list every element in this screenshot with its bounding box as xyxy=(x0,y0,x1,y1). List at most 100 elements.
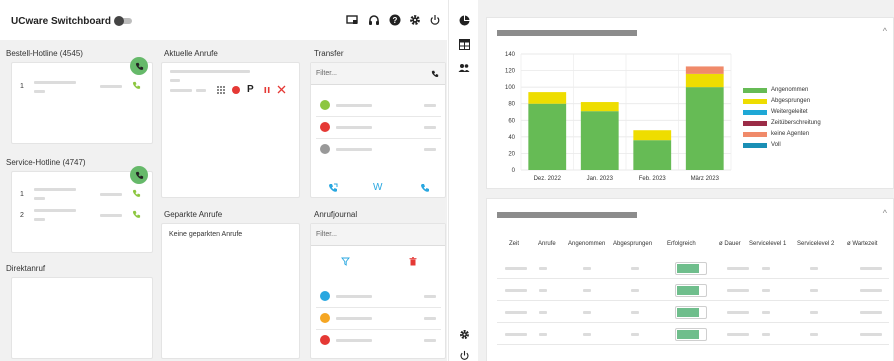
filter-icon[interactable] xyxy=(341,257,350,268)
pie-chart-icon[interactable] xyxy=(458,14,470,26)
cell-placeholder xyxy=(810,333,818,336)
dialpad-icon[interactable] xyxy=(216,85,226,97)
journal-filter-field[interactable]: Filter... xyxy=(311,224,445,246)
bar-angenommen[interactable] xyxy=(633,140,672,170)
rail-settings-icon[interactable] xyxy=(458,328,470,340)
table-row[interactable] xyxy=(497,323,889,345)
rail-power-icon[interactable] xyxy=(458,349,470,361)
forward-w-button[interactable]: W xyxy=(373,182,382,193)
pickup-icon[interactable] xyxy=(132,210,141,221)
delete-icon[interactable] xyxy=(409,257,417,268)
monitor-icon[interactable] xyxy=(345,13,359,27)
attended-transfer-icon[interactable] xyxy=(328,183,338,195)
cell-placeholder xyxy=(505,289,527,292)
contact-status-busy-icon xyxy=(320,122,330,132)
cell-placeholder xyxy=(860,267,882,270)
bar-abgesprungen[interactable] xyxy=(633,130,672,141)
hotline-1-card: 1 xyxy=(11,57,153,144)
caller-number-placeholder xyxy=(34,90,45,93)
settings-icon[interactable] xyxy=(408,13,422,27)
mode-toggle[interactable] xyxy=(114,16,132,26)
success-rate-fill xyxy=(677,264,700,273)
journal-filter-placeholder: Filter... xyxy=(316,231,338,238)
column-header[interactable]: Erfolgreich xyxy=(667,241,696,247)
help-icon[interactable]: ? xyxy=(388,13,402,27)
transfer-title: Transfer xyxy=(314,49,344,58)
journal-name-placeholder xyxy=(336,295,372,298)
legend-item[interactable]: Weitergeleitet xyxy=(743,108,808,116)
record-icon[interactable] xyxy=(232,86,240,94)
chart-panel: ^ 0 20 40 60 80 100 120 140 Dez. 2022 Jan. 2023 Fe… xyxy=(486,17,894,189)
bar-angenommen[interactable] xyxy=(580,111,619,170)
slot-number: 1 xyxy=(20,191,24,198)
x-tick-label: Dez. 2022 xyxy=(534,176,562,182)
column-header[interactable]: Servicelevel 1 xyxy=(749,241,786,247)
column-header[interactable]: ø Dauer xyxy=(719,241,741,247)
table-row[interactable] xyxy=(497,257,889,279)
cell-placeholder xyxy=(539,333,547,336)
cell-placeholder xyxy=(727,289,749,292)
column-header[interactable]: Abgesprungen xyxy=(613,241,652,247)
bar-abgesprungen[interactable] xyxy=(528,92,567,104)
cell-placeholder xyxy=(860,311,882,314)
journal-time-placeholder xyxy=(424,317,436,320)
table-row[interactable] xyxy=(497,301,889,323)
transfer-filter-placeholder: Filter... xyxy=(316,70,338,77)
y-tick-label: 60 xyxy=(508,118,515,124)
cell-placeholder xyxy=(762,311,770,314)
hotline-1-title: Bestell-Hotline (4545) xyxy=(6,49,83,58)
bar-angenommen[interactable] xyxy=(528,103,567,170)
success-rate-fill xyxy=(677,330,700,339)
duration-placeholder xyxy=(100,85,122,88)
legend-item[interactable]: Voll xyxy=(743,141,781,149)
bar-abgesprungen[interactable] xyxy=(580,102,619,112)
statistics-chart: 0 20 40 60 80 100 120 140 Dez. 2022 Jan. 2023 Feb.… xyxy=(505,52,732,182)
hangup-icon[interactable] xyxy=(277,85,286,96)
legend-item[interactable]: Angenommen xyxy=(743,86,808,94)
parked-calls-card: Keine geparkten Anrufe xyxy=(161,223,300,359)
bar-angenommen[interactable] xyxy=(685,87,724,170)
power-icon[interactable] xyxy=(428,13,442,27)
pickup-icon[interactable] xyxy=(132,81,141,92)
cell-placeholder xyxy=(583,267,591,270)
cell-placeholder xyxy=(631,333,639,336)
legend-item[interactable]: keine Agenten xyxy=(743,130,809,138)
contact-extension-placeholder xyxy=(424,148,436,151)
legend-item[interactable]: Zeitüberschreitung xyxy=(743,119,821,127)
headset-icon[interactable] xyxy=(367,13,381,27)
hotline-2-phone-icon[interactable] xyxy=(130,166,148,184)
hotline-1-phone-icon[interactable] xyxy=(130,57,148,75)
hold-icon[interactable] xyxy=(263,86,271,96)
table-icon[interactable] xyxy=(458,38,470,50)
hotline-2-title: Service-Hotline (4747) xyxy=(6,158,86,167)
legend-item[interactable]: Abgesprungen xyxy=(743,97,810,105)
contact-name-placeholder xyxy=(336,104,372,107)
collapse-chevron-icon[interactable]: ^ xyxy=(883,208,887,218)
contact-extension-placeholder xyxy=(424,104,436,107)
column-header[interactable]: Anrufe xyxy=(538,241,556,247)
column-header[interactable]: Angenommen xyxy=(568,241,605,247)
users-icon[interactable] xyxy=(458,62,470,74)
legend-label: Abgesprungen xyxy=(771,98,811,104)
incoming-call-icon xyxy=(320,291,330,301)
bar-abgesprungen[interactable] xyxy=(685,73,724,88)
pickup-icon[interactable] xyxy=(132,189,141,200)
y-tick-label: 140 xyxy=(505,52,516,58)
bar-keine-agenten[interactable] xyxy=(685,66,724,74)
direct-call-card[interactable] xyxy=(11,277,153,359)
cell-placeholder xyxy=(810,289,818,292)
dial-icon[interactable] xyxy=(431,70,439,80)
column-header[interactable]: ø Wartezeit xyxy=(847,241,877,247)
blind-transfer-icon[interactable] xyxy=(420,183,430,195)
table-row[interactable] xyxy=(497,279,889,301)
cell-placeholder xyxy=(762,333,770,336)
cell-placeholder xyxy=(583,289,591,292)
contact-name-placeholder xyxy=(336,126,372,129)
column-header[interactable]: Servicelevel 2 xyxy=(797,241,834,247)
column-header[interactable]: Zeit xyxy=(509,241,519,247)
transfer-filter-field[interactable]: Filter... xyxy=(311,63,445,85)
park-button[interactable]: P xyxy=(247,84,254,95)
legend-label: Weitergeleitet xyxy=(771,109,808,115)
journal-name-placeholder xyxy=(336,317,372,320)
caller-number-placeholder xyxy=(34,218,45,221)
